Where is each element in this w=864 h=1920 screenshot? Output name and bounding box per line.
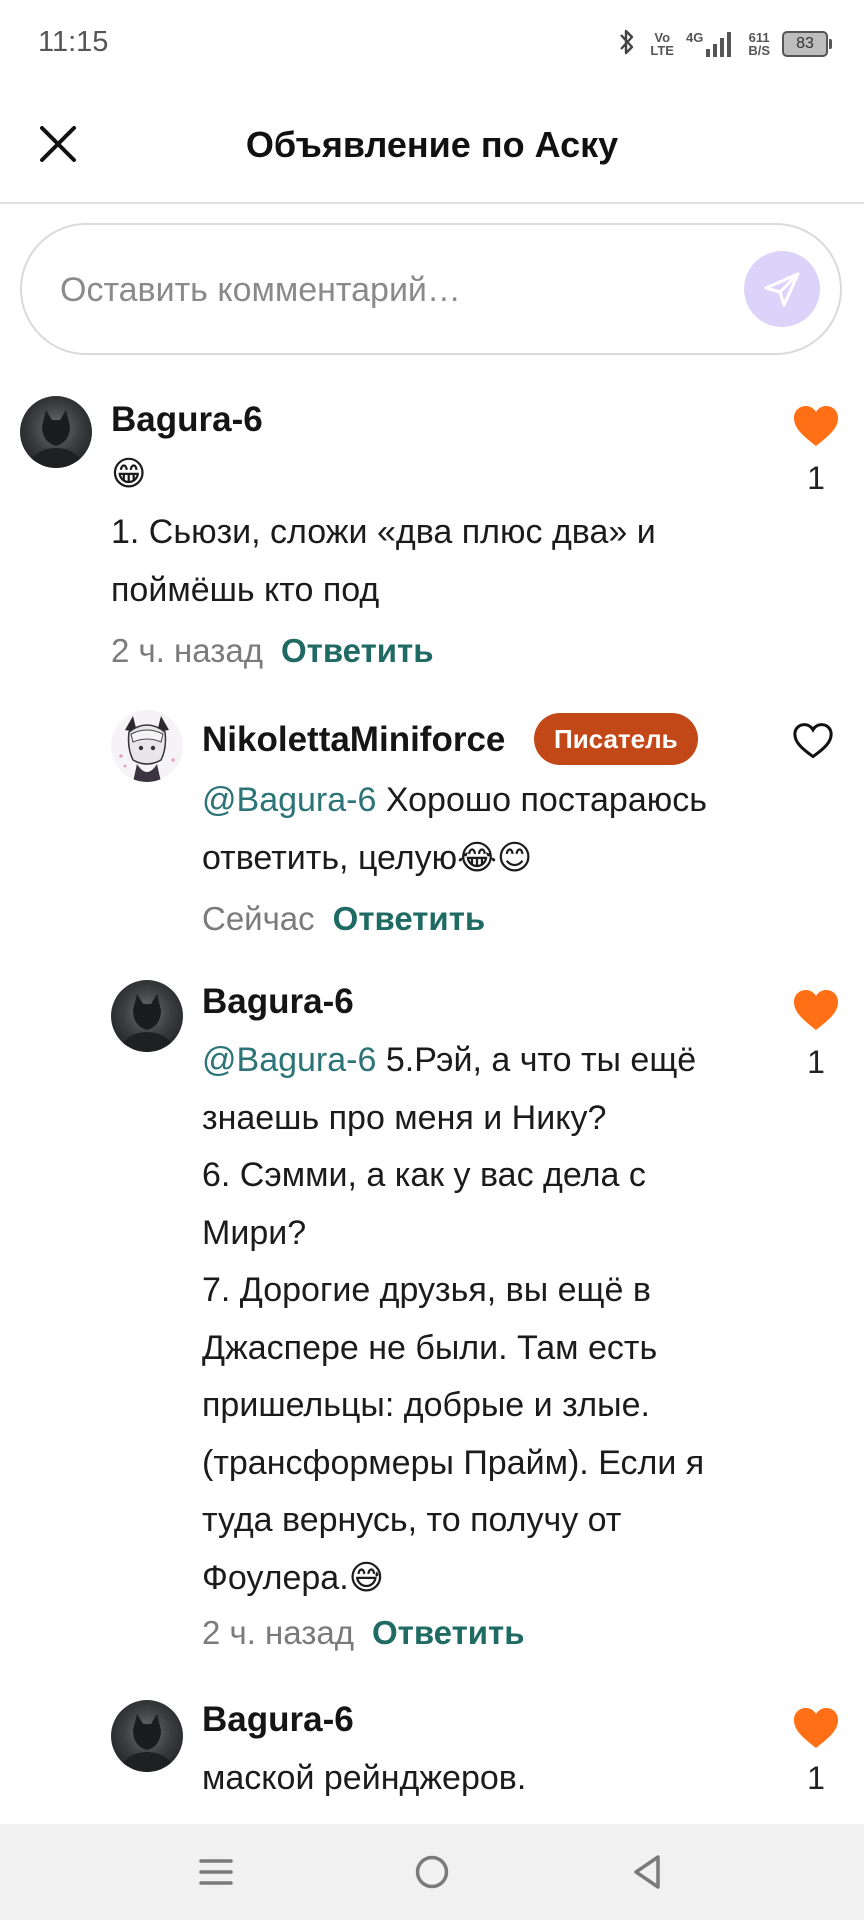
mention-link[interactable]: @Bagura-6 <box>202 781 376 819</box>
status-bar: 11:15 Vo LTE 4G 611 B/S 83 <box>0 0 864 88</box>
bluetooth-icon <box>616 28 638 61</box>
like-count: 1 <box>807 1044 825 1080</box>
back-button[interactable] <box>620 1846 676 1898</box>
header: Объявление по Аску <box>0 88 864 204</box>
comment-text: 1. Сьюзи, сложи «два плюс два» и поймёшь… <box>111 513 656 609</box>
comment-author[interactable]: Bagura-6 <box>202 982 354 1022</box>
system-nav-bar <box>0 1824 864 1920</box>
reply-button[interactable]: Ответить <box>333 900 486 937</box>
comment-time: Сейчас <box>202 900 315 937</box>
mention-link[interactable]: @Bagura-6 <box>202 1041 376 1079</box>
page-title: Объявление по Аску <box>245 124 619 165</box>
send-button[interactable] <box>744 251 820 327</box>
heart-filled-icon[interactable] <box>792 1706 840 1750</box>
home-button[interactable] <box>404 1846 460 1898</box>
avatar[interactable] <box>111 1700 183 1772</box>
comment-author[interactable]: Bagura-6 <box>202 1700 354 1740</box>
menu-icon <box>199 1859 233 1885</box>
home-icon <box>415 1855 449 1889</box>
comment-author[interactable]: Bagura-6 <box>111 400 263 440</box>
comment-meta: Сейчас Ответить <box>202 900 485 938</box>
reply-button[interactable]: Ответить <box>281 632 434 669</box>
signal-icon: 4G <box>686 31 736 57</box>
comment-input[interactable] <box>58 225 702 355</box>
comment-text: @Bagura-6 Хорошо постараюсь ответить, це… <box>202 781 707 877</box>
heart-filled-icon[interactable] <box>792 404 840 448</box>
status-icons: Vo LTE 4G 611 B/S 83 <box>616 22 832 66</box>
comment-time: 2 ч. назад <box>202 1614 354 1651</box>
comment-text: маской рейнджеров. <box>202 1759 527 1797</box>
comment-text: @Bagura-6 5.Рэй, а что ты ещё знаешь про… <box>202 1041 705 1597</box>
comment-meta: 2 ч. назад Ответить <box>111 632 434 670</box>
status-time: 11:15 <box>38 26 109 58</box>
heart-outline-icon[interactable] <box>792 722 834 760</box>
back-icon <box>634 1855 660 1889</box>
comment-composer <box>20 223 842 355</box>
like-count: 1 <box>807 1760 825 1796</box>
reply-button[interactable]: Ответить <box>372 1614 525 1651</box>
reply-item: NikolettaMiniforce Писатель @Bagura-6 Хо… <box>0 710 864 950</box>
reply-item: Bagura-6 маской рейнджеров. 1 <box>0 1698 864 1824</box>
comment-author[interactable]: NikolettaMiniforce <box>202 720 505 760</box>
comment-emoji: 😁 <box>111 455 147 493</box>
reply-item: Bagura-6 @Bagura-6 5.Рэй, а что ты ещё з… <box>0 978 864 1668</box>
avatar[interactable] <box>20 396 92 468</box>
writer-badge: Писатель <box>534 713 698 765</box>
battery-icon: 83 <box>782 31 832 57</box>
avatar[interactable] <box>111 980 183 1052</box>
comment-item: Bagura-6 😁 1. Сьюзи, сложи «два плюс два… <box>0 390 864 690</box>
avatar[interactable] <box>111 710 183 782</box>
comment-time: 2 ч. назад <box>111 632 263 669</box>
send-icon <box>764 272 800 307</box>
like-count: 1 <box>807 460 825 496</box>
recent-apps-button[interactable] <box>188 1846 244 1898</box>
heart-filled-icon[interactable] <box>792 988 840 1032</box>
comment-meta: 2 ч. назад Ответить <box>202 1614 525 1652</box>
network-speed: 611 B/S <box>748 30 770 58</box>
volte-indicator: Vo LTE <box>650 30 674 58</box>
